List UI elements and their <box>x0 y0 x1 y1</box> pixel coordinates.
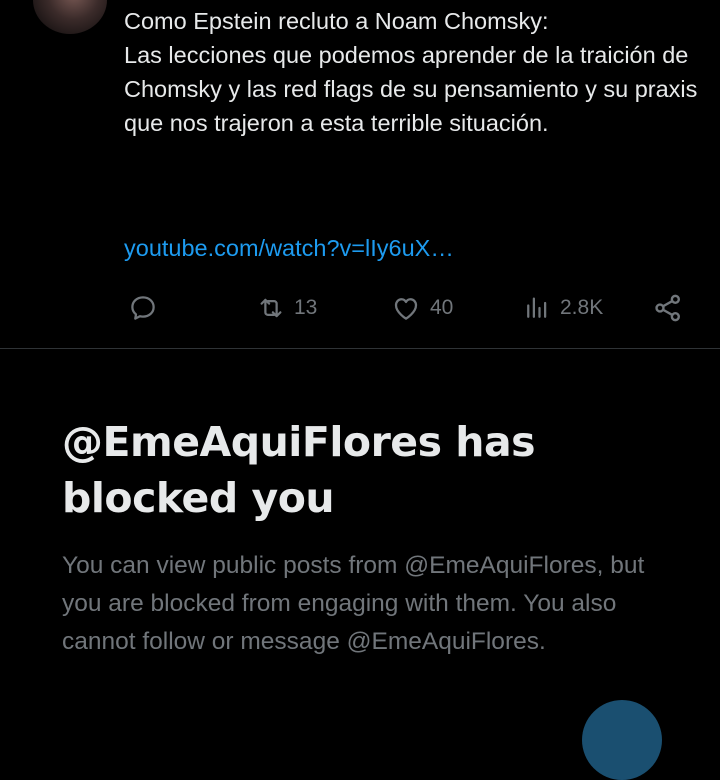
heart-icon <box>394 298 418 320</box>
share-button[interactable] <box>652 288 684 328</box>
like-count: 40 <box>430 296 454 319</box>
retweet-button[interactable]: 13 <box>256 288 317 328</box>
blocked-title: @EmeAquiFlores has blocked you <box>62 418 536 522</box>
views-icon <box>527 297 547 318</box>
divider <box>0 348 720 349</box>
retweet-count: 13 <box>294 296 318 319</box>
compose-fab-button[interactable] <box>582 700 662 780</box>
tweet-actions: 13 40 2.8K <box>0 288 720 328</box>
tweet-text: Como Epstein recluto a Noam Chomsky: Las… <box>124 8 698 136</box>
tweet-link[interactable]: youtube.com/watch?v=lIy6uX… <box>124 231 454 265</box>
reply-button[interactable] <box>128 288 158 328</box>
share-icon <box>655 294 680 322</box>
blocked-description: You can view public posts from @EmeAquiF… <box>62 552 645 655</box>
views-count: 2.8K <box>560 296 604 319</box>
views-button[interactable]: 2.8K <box>522 288 603 328</box>
like-button[interactable]: 40 <box>390 288 453 328</box>
retweet-icon <box>260 298 282 318</box>
avatar[interactable] <box>33 0 107 34</box>
reply-icon <box>131 296 155 320</box>
